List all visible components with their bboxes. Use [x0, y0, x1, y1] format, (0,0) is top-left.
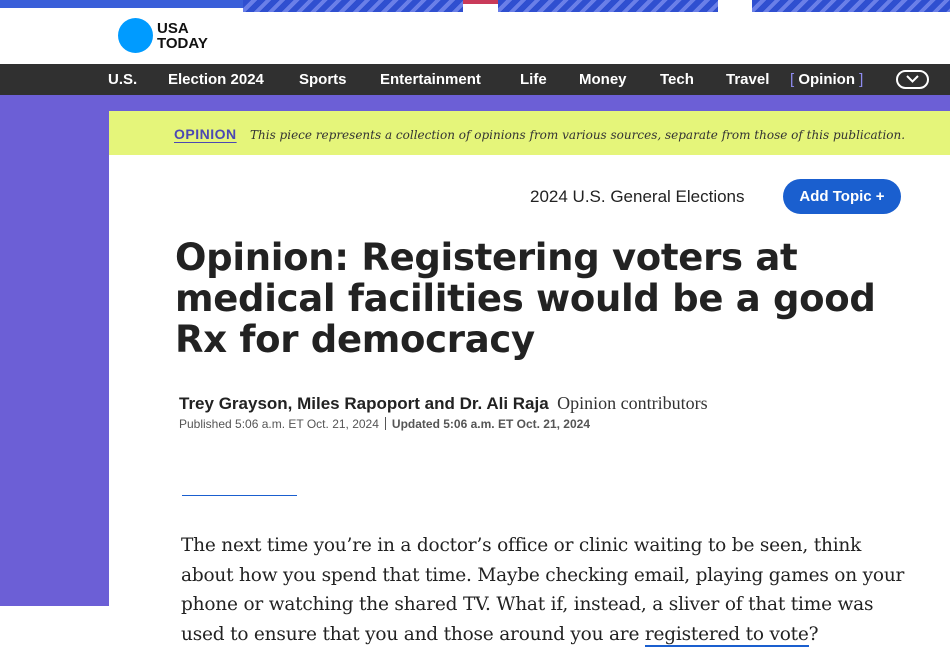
paragraph-text-end: ? [808, 623, 819, 645]
registered-to-vote-link[interactable]: registered to vote [644, 623, 809, 647]
add-topic-button[interactable]: Add Topic + [783, 179, 901, 214]
topic-label: 2024 U.S. General Elections [530, 187, 745, 206]
opinion-disclaimer: This piece represents a collection of op… [250, 128, 906, 142]
byline-authors: Trey Grayson, Miles Rapoport and Dr. Ali… [179, 394, 549, 413]
nav-item-travel[interactable]: Travel [726, 71, 769, 88]
article-headline: Opinion: Registering voters at medical f… [175, 236, 876, 361]
updated-date: Updated 5:06 a.m. ET Oct. 21, 2024 [391, 417, 590, 431]
nav-item-entertainment[interactable]: Entertainment [380, 71, 481, 88]
stripe-segment [752, 0, 950, 12]
logo-circle-icon [118, 18, 153, 53]
top-decorative-stripe [0, 0, 950, 12]
nav-item-tech[interactable]: Tech [660, 71, 694, 88]
stripe-segment [0, 0, 243, 8]
section-divider [182, 495, 297, 496]
publish-dates: Published 5:06 a.m. ET Oct. 21, 2024 Upda… [179, 417, 590, 431]
nav-item-election-2024[interactable]: Election 2024 [168, 71, 264, 88]
main-nav: U.S. Election 2024 Sports Entertainment … [0, 64, 950, 95]
logo-wordmark: USA TODAY [157, 21, 208, 51]
usa-today-logo[interactable]: USA TODAY [118, 18, 208, 53]
nav-item-opinion[interactable]: [ Opinion ] [790, 71, 863, 88]
article-paragraph: The next time you’re in a doctor’s offic… [181, 531, 911, 649]
nav-item-us[interactable]: U.S. [108, 71, 137, 88]
opinion-banner: OPINION This piece represents a collecti… [109, 111, 950, 155]
opinion-section-link[interactable]: OPINION [174, 126, 237, 142]
chevron-down-icon [906, 75, 919, 83]
stripe-segment [243, 0, 463, 12]
bracket-close: ] [859, 71, 864, 88]
nav-item-opinion-label: Opinion [798, 71, 855, 88]
logo-line-2: TODAY [157, 34, 208, 52]
byline-role: Opinion contributors [557, 393, 708, 413]
nav-item-sports[interactable]: Sports [299, 71, 347, 88]
stripe-segment [463, 0, 498, 4]
more-sections-button[interactable] [896, 70, 929, 89]
byline: Trey Grayson, Miles Rapoport and Dr. Ali… [179, 393, 708, 414]
stripe-segment [498, 0, 718, 12]
article-card: OPINION This piece represents a collecti… [109, 111, 950, 663]
published-date: Published 5:06 a.m. ET Oct. 21, 2024 [179, 417, 379, 431]
nav-item-money[interactable]: Money [579, 71, 627, 88]
date-separator [384, 417, 386, 430]
bracket-open: [ [790, 71, 795, 88]
nav-item-life[interactable]: Life [520, 71, 547, 88]
